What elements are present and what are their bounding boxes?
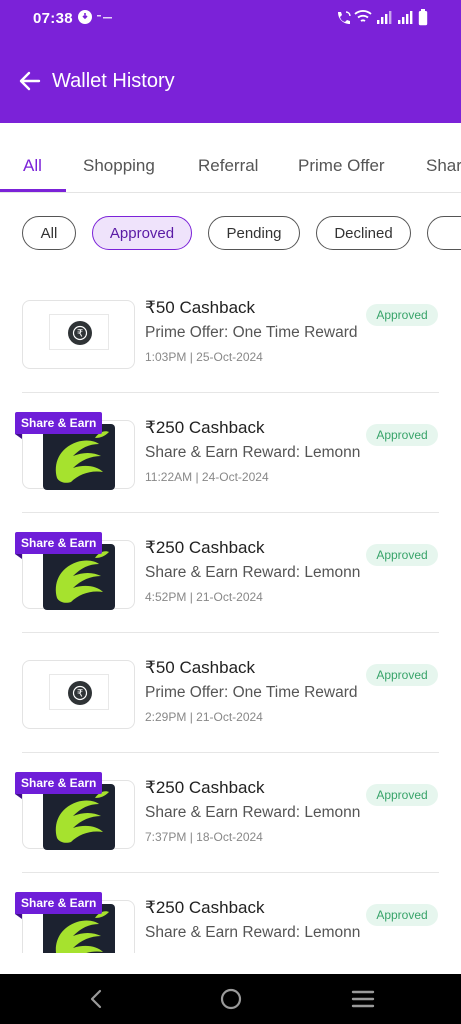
tab-all[interactable]: All <box>23 156 42 176</box>
battery-icon <box>418 9 428 26</box>
category-tabs: All Shopping Referral Prime Offer Shar <box>0 123 461 193</box>
status-badge: Approved <box>366 544 438 566</box>
arrow-left-icon[interactable] <box>18 68 42 94</box>
transaction-row[interactable]: ₹ ₹50 Cashback Prime Offer: One Time Rew… <box>0 273 461 393</box>
wifi-calling-icon <box>338 11 351 24</box>
transaction-title: ₹50 Cashback <box>145 298 256 317</box>
app-header: 07:38 Wallet History <box>0 0 461 123</box>
transaction-time: 1:03PM | 25-Oct-2024 <box>145 350 263 364</box>
rupee-coin-icon: ₹ <box>68 321 92 345</box>
filter-approved[interactable]: Approved <box>92 216 192 250</box>
tab-referral[interactable]: Referral <box>198 156 258 176</box>
active-tab-indicator <box>0 189 66 192</box>
transaction-subtitle: Prime Offer: One Time Reward <box>145 324 358 341</box>
transaction-title: ₹250 Cashback <box>145 418 265 437</box>
transaction-title: ₹250 Cashback <box>145 898 265 917</box>
transaction-subtitle: Share & Earn Reward: Lemonn <box>145 444 361 461</box>
status-badge: Approved <box>366 904 438 926</box>
share-earn-tag: Share & Earn <box>15 772 103 799</box>
transaction-title: ₹250 Cashback <box>145 538 265 557</box>
transaction-time: 11:22AM | 24-Oct-2024 <box>145 470 269 484</box>
tab-shopping[interactable]: Shopping <box>83 156 155 176</box>
transaction-row[interactable]: Share & Earn ₹250 Cashback Share & Earn … <box>0 753 461 873</box>
status-badge: Approved <box>366 664 438 686</box>
status-filters: All Approved Pending Declined <box>0 193 461 273</box>
tab-share[interactable]: Shar <box>426 156 461 176</box>
transaction-time: 7:37PM | 18-Oct-2024 <box>145 830 263 844</box>
prime-offer-thumbnail: ₹ <box>22 660 135 729</box>
share-earn-tag: Share & Earn <box>15 412 103 439</box>
share-earn-tag: Share & Earn <box>15 892 103 919</box>
home-nav-icon[interactable] <box>219 987 243 1011</box>
status-time: 07:38 <box>33 10 73 27</box>
status-badge: Approved <box>366 424 438 446</box>
svg-text:₹: ₹ <box>77 329 83 340</box>
transaction-row[interactable]: ₹ ₹50 Cashback Prime Offer: One Time Rew… <box>0 633 461 753</box>
card-illustration: ₹ <box>49 674 109 710</box>
signal-icon <box>377 11 392 24</box>
transaction-subtitle: Share & Earn Reward: Lemonn <box>145 804 361 821</box>
transaction-subtitle: Prime Offer: One Time Reward <box>145 684 358 701</box>
transaction-time: 2:29PM | 21-Oct-2024 <box>145 710 263 724</box>
tab-prime-offer[interactable]: Prime Offer <box>298 156 385 176</box>
transaction-row[interactable]: Share & Earn ₹250 Cashback Share & Earn … <box>0 873 461 953</box>
transaction-time: 4:52PM | 21-Oct-2024 <box>145 590 263 604</box>
share-earn-tag: Share & Earn <box>15 532 103 559</box>
signal-icon-2 <box>398 11 413 24</box>
filter-declined[interactable]: Declined <box>316 216 411 250</box>
page-title: Wallet History <box>52 70 175 92</box>
filter-pending[interactable]: Pending <box>208 216 300 250</box>
transaction-subtitle: Share & Earn Reward: Lemonn <box>145 564 361 581</box>
filter-all[interactable]: All <box>22 216 76 250</box>
transaction-row[interactable]: Share & Earn ₹250 Cashback Share & Earn … <box>0 513 461 633</box>
prime-offer-thumbnail: ₹ <box>22 300 135 369</box>
rupee-coin-icon: ₹ <box>68 681 92 705</box>
transaction-subtitle: Share & Earn Reward: Lemonn <box>145 924 361 941</box>
svg-text:₹: ₹ <box>77 689 83 700</box>
status-badge: Approved <box>366 304 438 326</box>
transaction-title: ₹250 Cashback <box>145 778 265 797</box>
status-badge: Approved <box>366 784 438 806</box>
system-nav-bar <box>0 974 461 1024</box>
filter-more[interactable] <box>427 216 461 250</box>
status-bar: 07:38 <box>0 0 461 40</box>
notification-icon <box>78 10 92 24</box>
transaction-list: ₹ ₹50 Cashback Prime Offer: One Time Rew… <box>0 273 461 953</box>
transaction-row[interactable]: Share & Earn ₹250 Cashback Share & Earn … <box>0 393 461 513</box>
back-nav-icon[interactable] <box>85 987 109 1011</box>
transaction-title: ₹50 Cashback <box>145 658 256 677</box>
recents-nav-icon[interactable] <box>351 987 375 1011</box>
small-status-icon <box>97 15 112 19</box>
wifi-icon <box>354 10 372 22</box>
card-illustration: ₹ <box>49 314 109 350</box>
